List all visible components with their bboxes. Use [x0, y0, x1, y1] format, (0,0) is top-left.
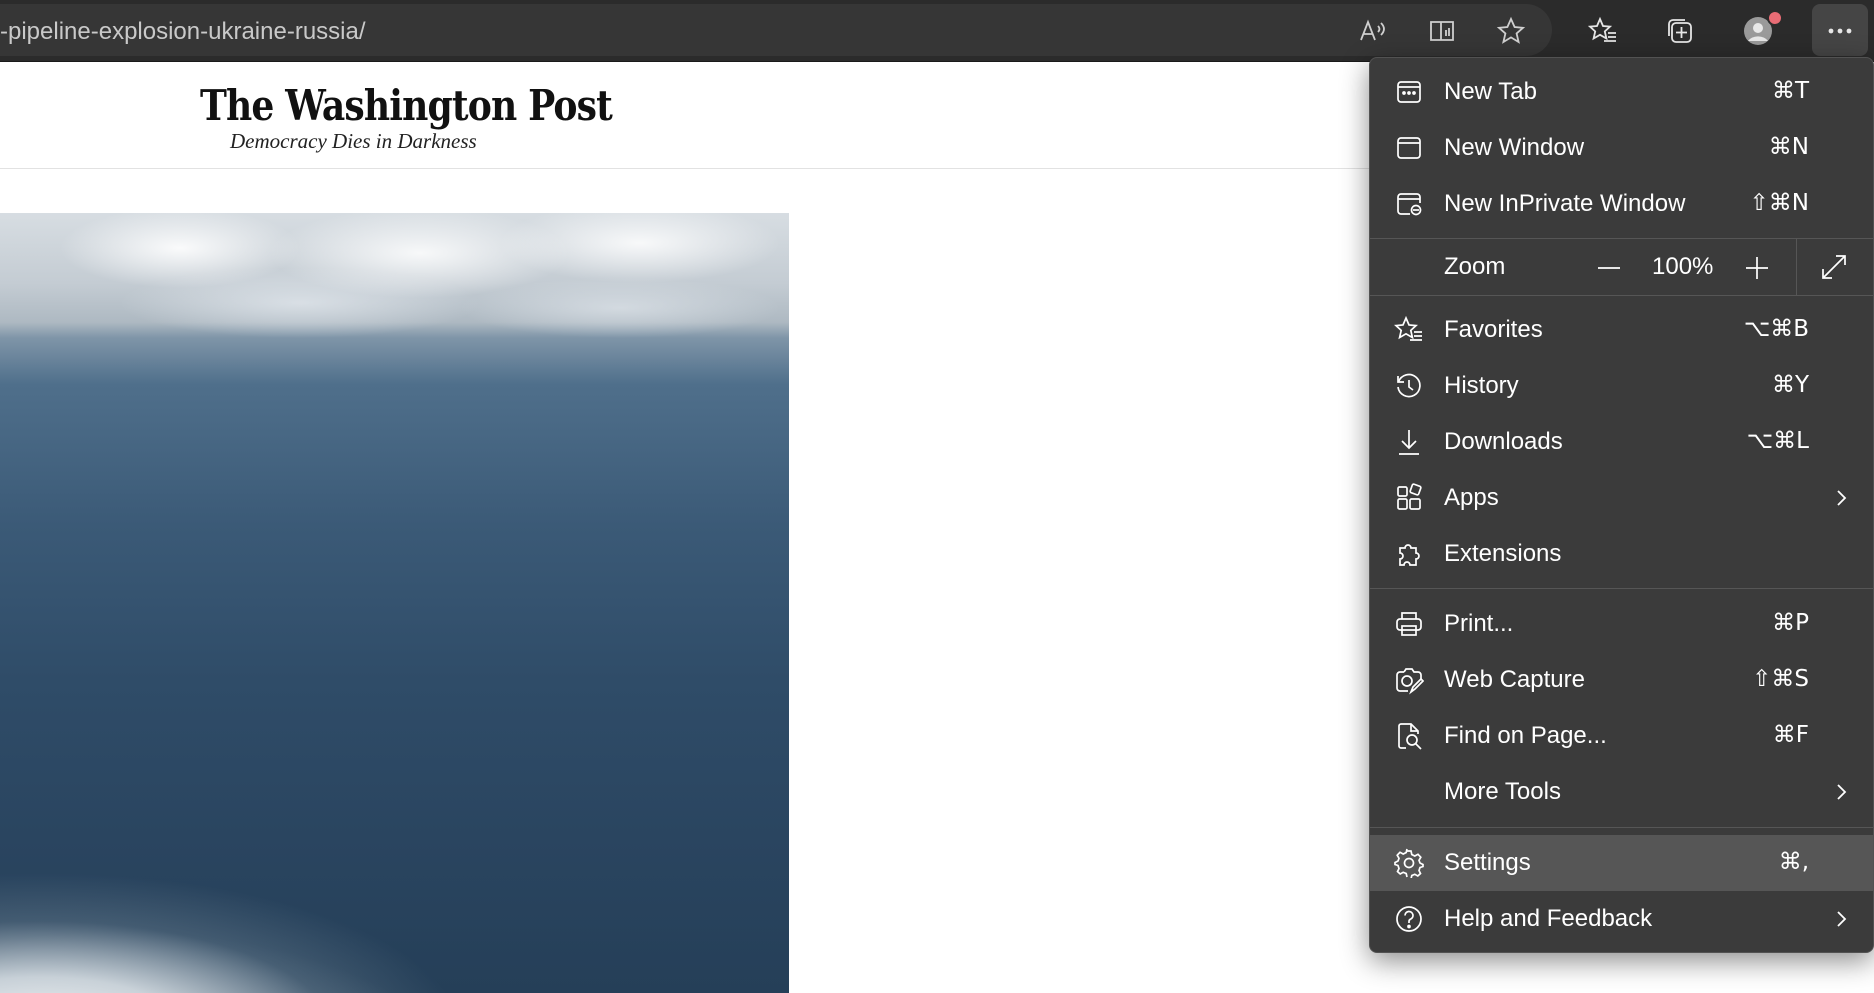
zoom-label: Zoom — [1444, 253, 1506, 280]
inprivate-window-icon — [1394, 189, 1424, 219]
hero-image-clouds — [0, 213, 789, 338]
more-dots-icon — [1828, 28, 1852, 34]
menu-item-label: Apps — [1444, 484, 1499, 511]
menu-item-print[interactable]: Print... ⌘P — [1370, 596, 1873, 652]
menu-item-web-capture[interactable]: Web Capture ⇧⌘S — [1370, 652, 1873, 708]
tagline: Democracy Dies in Darkness — [230, 129, 477, 153]
print-icon — [1394, 609, 1424, 639]
add-favorite-star-icon[interactable] — [1491, 11, 1531, 51]
menu-item-more-tools[interactable]: More Tools — [1370, 764, 1873, 820]
menu-item-extensions[interactable]: Extensions — [1370, 526, 1873, 582]
menu-item-label: Web Capture — [1444, 666, 1585, 693]
menu-item-label: Favorites — [1444, 316, 1543, 343]
menu-item-label: New Window — [1444, 134, 1585, 161]
chevron-right-icon — [1829, 486, 1853, 510]
favorites-icon — [1394, 315, 1424, 345]
settings-and-more-menu: New Tab ⌘T New Window ⌘N New InPrivate W… — [1369, 57, 1874, 953]
menu-item-label: Extensions — [1444, 540, 1562, 567]
chevron-right-icon — [1829, 907, 1853, 931]
menu-item-label: New Tab — [1444, 78, 1537, 105]
menu-separator — [1370, 295, 1873, 296]
find-icon — [1394, 721, 1424, 751]
menu-item-shortcut: ⌘Y — [1771, 372, 1809, 398]
menu-item-settings[interactable]: Settings ⌘, — [1370, 835, 1873, 891]
url-text[interactable]: -pipeline-explosion-ukraine-russia/ — [0, 18, 366, 46]
menu-item-shortcut: ⌘F — [1772, 722, 1809, 748]
menu-item-shortcut: ⌥⌘L — [1746, 428, 1809, 454]
menu-item-label: History — [1444, 372, 1519, 399]
menu-item-label: More Tools — [1444, 778, 1561, 805]
settings-and-more-button[interactable] — [1812, 4, 1868, 56]
menu-item-label: Help and Feedback — [1444, 905, 1653, 932]
help-icon — [1394, 904, 1424, 934]
downloads-icon — [1394, 427, 1424, 457]
menu-separator — [1370, 827, 1873, 828]
menu-item-new-inprivate-window[interactable]: New InPrivate Window ⇧⌘N — [1370, 176, 1873, 232]
history-icon — [1394, 371, 1424, 401]
menu-item-label: Downloads — [1444, 428, 1563, 455]
collections-icon[interactable] — [1660, 11, 1700, 51]
web-capture-icon — [1394, 665, 1425, 695]
menu-item-label: New InPrivate Window — [1444, 190, 1686, 217]
menu-item-shortcut: ⌥⌘B — [1743, 316, 1809, 342]
favorites-icon[interactable] — [1583, 11, 1623, 51]
menu-item-find-on-page[interactable]: Find on Page... ⌘F — [1370, 708, 1873, 764]
browser-toolbar: -pipeline-explosion-ukraine-russia/ — [0, 0, 1874, 62]
extensions-icon — [1394, 539, 1424, 569]
menu-item-history[interactable]: History ⌘Y — [1370, 358, 1873, 414]
zoom-in-button[interactable] — [1742, 253, 1772, 283]
settings-icon — [1394, 848, 1424, 880]
menu-item-shortcut: ⇧⌘N — [1749, 190, 1809, 216]
menu-item-favorites[interactable]: Favorites ⌥⌘B — [1370, 302, 1873, 358]
notification-dot — [1767, 10, 1783, 26]
read-aloud-icon[interactable] — [1352, 11, 1392, 51]
menu-item-shortcut: ⌘P — [1772, 610, 1809, 636]
zoom-value: 100% — [1652, 253, 1714, 280]
new-window-icon — [1394, 133, 1424, 163]
full-screen-icon[interactable] — [1818, 251, 1850, 283]
menu-item-new-tab[interactable]: New Tab ⌘T — [1370, 64, 1873, 120]
zoom-row: Zoom 100% — [1370, 239, 1873, 295]
address-bar[interactable]: -pipeline-explosion-ukraine-russia/ — [0, 4, 1552, 56]
menu-item-label: Print... — [1444, 610, 1514, 637]
menu-separator — [1370, 588, 1873, 589]
new-tab-icon — [1394, 77, 1424, 107]
menu-item-new-window[interactable]: New Window ⌘N — [1370, 120, 1873, 176]
zoom-out-button[interactable] — [1594, 253, 1624, 283]
menu-item-label: Settings — [1444, 849, 1531, 876]
menu-item-shortcut: ⌘N — [1768, 134, 1809, 160]
menu-item-downloads[interactable]: Downloads ⌥⌘L — [1370, 414, 1873, 470]
hero-image — [0, 213, 789, 993]
immersive-reader-icon[interactable] — [1422, 11, 1462, 51]
apps-icon — [1394, 483, 1424, 513]
menu-item-shortcut: ⌘, — [1778, 849, 1809, 875]
menu-item-help-and-feedback[interactable]: Help and Feedback — [1370, 891, 1873, 947]
menu-item-apps[interactable]: Apps — [1370, 470, 1873, 526]
zoom-divider — [1796, 239, 1797, 295]
menu-item-shortcut: ⇧⌘S — [1752, 666, 1809, 692]
washington-post-logo[interactable]: The Washington Post — [200, 81, 613, 130]
chevron-right-icon — [1829, 780, 1853, 804]
menu-item-label: Find on Page... — [1444, 722, 1607, 749]
menu-item-shortcut: ⌘T — [1771, 78, 1809, 104]
